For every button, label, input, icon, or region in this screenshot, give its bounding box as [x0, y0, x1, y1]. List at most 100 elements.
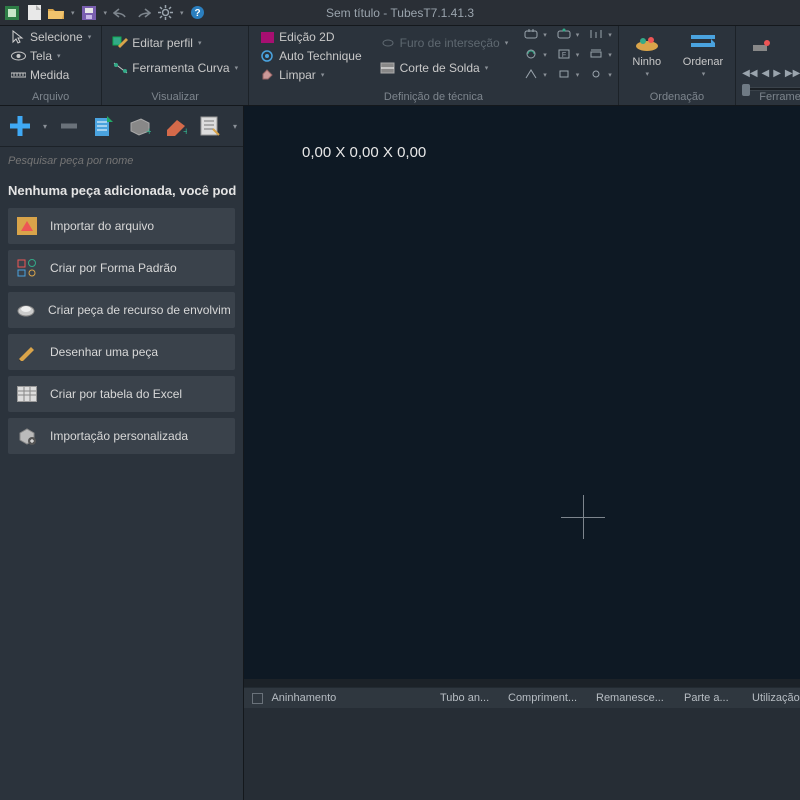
nest-icon: [631, 30, 663, 54]
nav-last-icon: ▶▶: [785, 68, 800, 79]
mini-icon-9[interactable]: [589, 68, 605, 82]
furo-intersecao-button: Furo de interseção ▾: [376, 34, 513, 52]
action-desenhar[interactable]: Desenhar uma peça: [8, 334, 235, 370]
weld-cut-icon: [380, 60, 396, 76]
mini-icon-4[interactable]: [524, 48, 540, 62]
col-reman[interactable]: Remanesce...: [596, 692, 676, 704]
action-excel[interactable]: Criar por tabela do Excel: [8, 376, 235, 412]
viewport: 0,00 X 0,00 X 0,00 Aninhamento Tubo an..…: [244, 106, 800, 800]
col-util[interactable]: Utilização: [752, 692, 800, 704]
editar-perfil-button[interactable]: Editar perfil ▾: [108, 34, 242, 52]
curve-tool-icon: [112, 60, 128, 76]
auto-technique-label: Auto Technique: [279, 49, 362, 63]
action-forma[interactable]: Criar por Forma Padrão: [8, 250, 235, 286]
ribbon: Selecione ▾ Tela ▾ Medida Arquivo: [0, 26, 800, 106]
eraser-tool-icon[interactable]: +: [161, 112, 188, 140]
nav-arrows[interactable]: ◀◀ ◀ ▶ ▶▶: [742, 68, 800, 79]
help-icon[interactable]: ?: [190, 5, 206, 21]
col-parte[interactable]: Parte a...: [684, 692, 744, 704]
cursor-icon: [10, 29, 26, 45]
eye-icon: [10, 48, 26, 64]
edicao-2d-label: Edição 2D: [279, 30, 334, 44]
block-tool-icon[interactable]: +: [126, 112, 153, 140]
nav-first-icon: ◀◀: [742, 68, 757, 79]
ferramenta-big-button[interactable]: [742, 28, 778, 58]
checkbox-icon[interactable]: [252, 693, 263, 704]
col-compr[interactable]: Compriment...: [508, 692, 588, 704]
action-excel-label: Criar por tabela do Excel: [50, 387, 182, 401]
settings-gear-icon[interactable]: [157, 5, 173, 21]
edicao-2d-button[interactable]: Edição 2D: [255, 28, 366, 46]
mini-icon-6[interactable]: [589, 48, 605, 62]
ribbon-group-visualizar: Editar perfil ▾ Ferramenta Curva ▾ Visua…: [102, 26, 249, 105]
tela-label: Tela: [30, 49, 52, 63]
open-folder-icon[interactable]: [48, 5, 64, 21]
mini-icon-3[interactable]: [589, 28, 605, 42]
doc-tool-icon[interactable]: [197, 112, 224, 140]
technique-mini-grid: ▾ ▾ ▾ ▾ F▾ ▾ ▾ ▾ ▾: [524, 28, 612, 82]
hole-icon: [380, 35, 396, 51]
import-file-icon: [16, 216, 38, 236]
nav-next-icon: ▶: [773, 68, 781, 79]
dimensions-readout: 0,00 X 0,00 X 0,00: [302, 144, 426, 161]
add-button[interactable]: [6, 112, 34, 140]
col-tubo[interactable]: Tubo an...: [440, 692, 500, 704]
redo-icon[interactable]: [135, 5, 151, 21]
shapes-icon: [16, 258, 38, 278]
mini-icon-1[interactable]: [524, 28, 540, 42]
corte-solda-button[interactable]: Corte de Solda ▾: [376, 59, 513, 77]
save-icon[interactable]: [81, 5, 97, 21]
custom-import-icon: [16, 426, 38, 446]
grid-body: [244, 708, 800, 800]
ruler-icon: [10, 67, 26, 83]
action-custom[interactable]: Importação personalizada: [8, 418, 235, 454]
editar-perfil-label: Editar perfil: [132, 36, 193, 50]
nav-prev-icon: ◀: [762, 68, 770, 79]
search-input[interactable]: [8, 155, 235, 167]
tela-button[interactable]: Tela ▾: [6, 47, 95, 65]
limpar-button[interactable]: Limpar ▾: [255, 66, 366, 84]
settings-dropdown-caret[interactable]: ▾: [180, 9, 184, 17]
doc-dropdown-caret[interactable]: ▾: [233, 122, 237, 131]
undo-icon[interactable]: [113, 5, 129, 21]
wrap-icon: [16, 300, 36, 320]
group-label-ferramenta: Ferramenta: [742, 91, 800, 105]
limpar-label: Limpar: [279, 68, 316, 82]
zoom-slider[interactable]: [742, 87, 800, 91]
action-list: Importar do arquivo Criar por Forma Padr…: [0, 208, 243, 454]
ferramenta-curva-button[interactable]: Ferramenta Curva ▾: [108, 59, 242, 77]
auto-technique-button[interactable]: Auto Technique: [255, 47, 366, 65]
action-forma-label: Criar por Forma Padrão: [50, 261, 177, 275]
canvas[interactable]: 0,00 X 0,00 X 0,00: [244, 106, 800, 679]
mini-icon-5[interactable]: F: [557, 48, 573, 62]
action-importar[interactable]: Importar do arquivo: [8, 208, 235, 244]
medida-button[interactable]: Medida: [6, 66, 95, 84]
col-aninhamento[interactable]: Aninhamento: [252, 692, 432, 704]
main-area: ▾ + + ▾ Nenhuma peça adicionada, você po…: [0, 106, 800, 800]
new-file-icon[interactable]: [26, 5, 42, 21]
ribbon-group-tecnica: Edição 2D Auto Technique Limpar ▾ Furo d…: [249, 26, 619, 105]
search-box[interactable]: [0, 147, 243, 173]
action-custom-label: Importação personalizada: [50, 429, 188, 443]
ninho-button[interactable]: Ninho ▾: [625, 28, 669, 80]
auto-technique-icon: [259, 48, 275, 64]
selecione-button[interactable]: Selecione ▾: [6, 28, 95, 46]
save-dropdown-caret[interactable]: ▾: [104, 9, 108, 17]
ferramenta-curva-label: Ferramenta Curva: [132, 61, 229, 75]
svg-text:+: +: [146, 126, 151, 137]
add-dropdown-caret[interactable]: ▾: [43, 122, 47, 131]
svg-text:+: +: [183, 126, 187, 136]
group-label-tecnica: Definição de técnica: [255, 91, 612, 105]
side-toolbar: ▾ + + ▾: [0, 106, 243, 147]
action-envolv-label: Criar peça de recurso de envolvim: [48, 303, 231, 317]
ordenar-button[interactable]: Ordenar ▾: [677, 28, 729, 80]
list-tool-icon[interactable]: [90, 112, 117, 140]
open-dropdown-caret[interactable]: ▾: [71, 9, 75, 17]
mini-icon-2[interactable]: [557, 28, 573, 42]
remove-button[interactable]: [55, 112, 82, 140]
action-envolvimento[interactable]: Criar peça de recurso de envolvim: [8, 292, 235, 328]
mini-icon-7[interactable]: [524, 68, 540, 82]
medida-label: Medida: [30, 68, 69, 82]
mini-icon-8[interactable]: [557, 68, 573, 82]
ribbon-group-ferramenta: ◀◀ ◀ ▶ ▶▶ Ferramenta: [736, 26, 800, 105]
